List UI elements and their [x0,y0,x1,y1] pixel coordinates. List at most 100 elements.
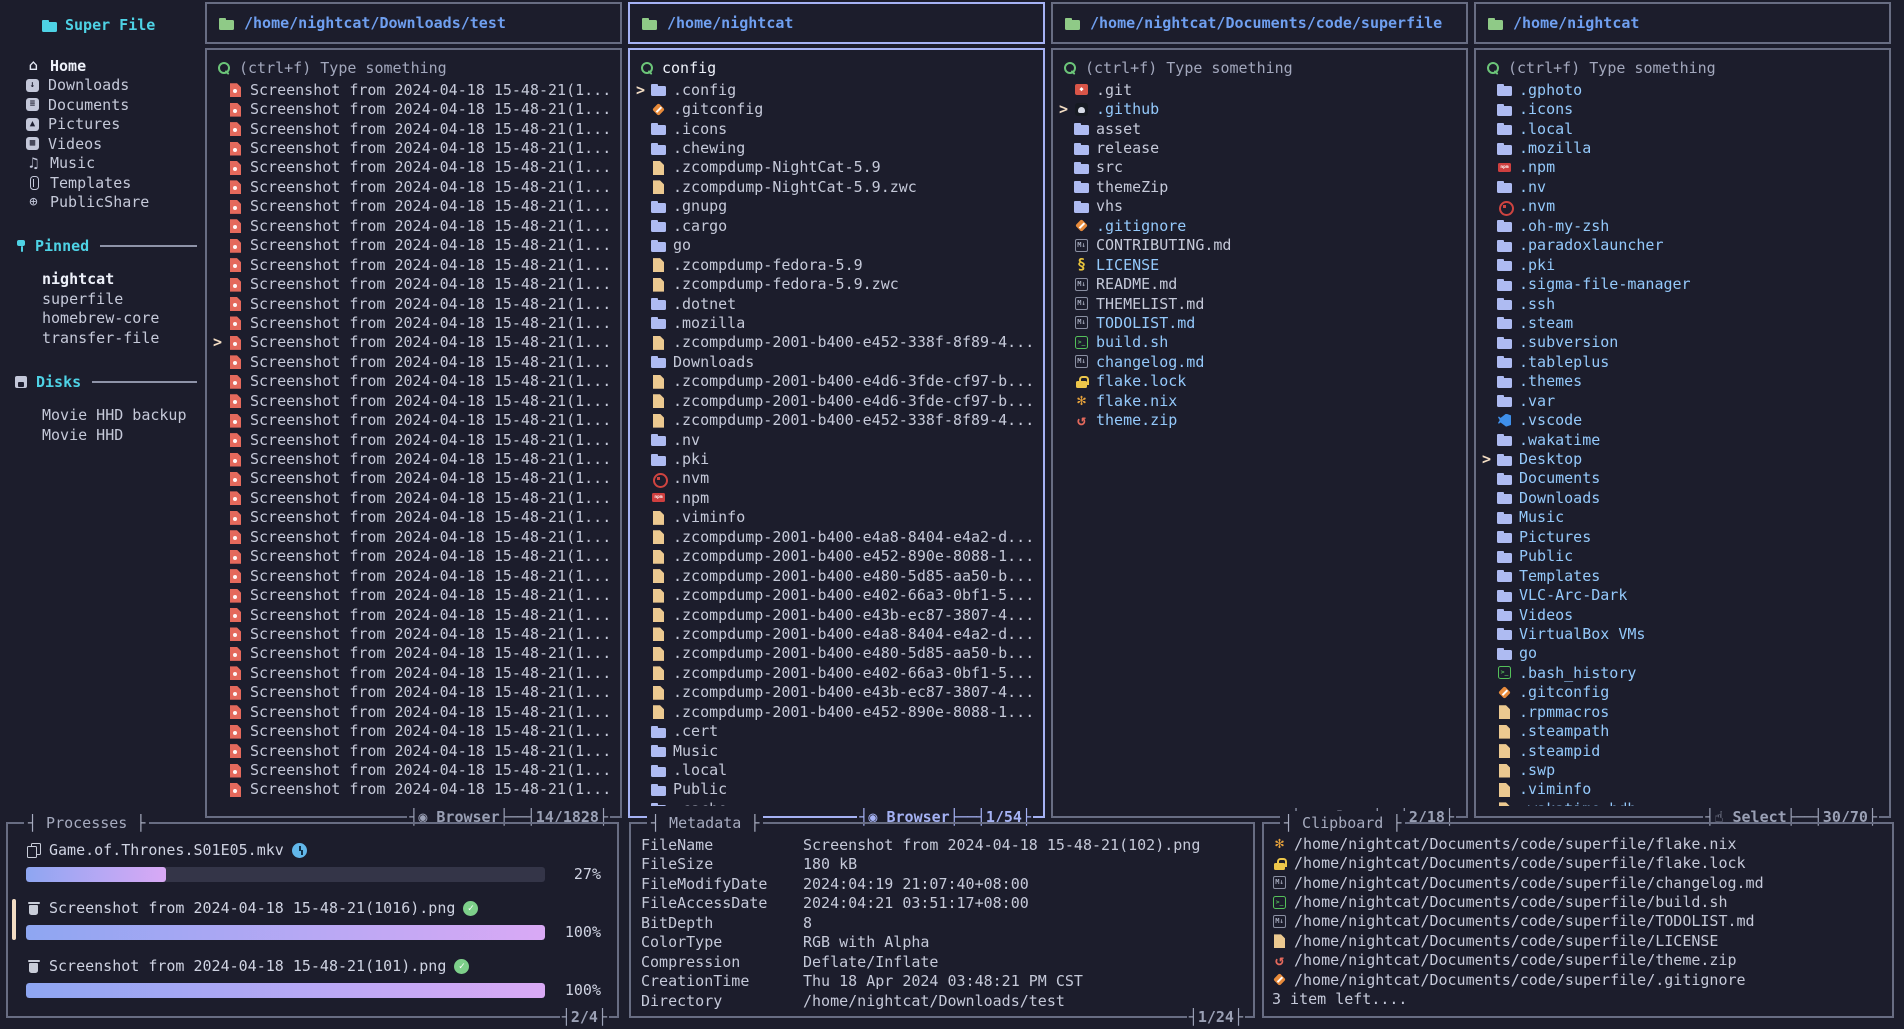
file-row[interactable]: .themes [1482,372,1883,391]
file-row[interactable]: .zcompdump-2001-b400-e402-66a3-0bf1-5... [636,585,1037,604]
disk-item[interactable]: Movie HHD backup [42,406,197,426]
file-row[interactable]: Screenshot from 2024-04-18 15-48-21(1... [213,547,614,566]
pinned-item-homebrew-core[interactable]: homebrew-core [42,309,197,329]
file-row[interactable]: Screenshot from 2024-04-18 15-48-21(1... [213,508,614,527]
file-row[interactable]: .steampath [1482,721,1883,740]
search-input[interactable]: (ctrl+f) Type something [217,57,614,79]
file-row[interactable]: .gnupg [636,197,1037,216]
file-row[interactable]: Screenshot from 2024-04-18 15-48-21(1... [213,410,614,429]
file-row[interactable]: >.github [1059,99,1460,118]
file-row[interactable]: release [1059,138,1460,157]
file-list[interactable]: .git>.githubassetreleasesrcthemeZipvhs.g… [1059,80,1460,806]
file-list[interactable]: Screenshot from 2024-04-18 15-48-21(1...… [213,80,614,806]
file-row[interactable]: .nvm [1482,197,1883,216]
file-row[interactable]: .zcompdump-2001-b400-e480-5d85-aa50-b... [636,566,1037,585]
file-row[interactable]: .zcompdump-2001-b400-e480-5d85-aa50-b... [636,644,1037,663]
pinned-item-nightcat[interactable]: nightcat [42,270,197,290]
file-row[interactable]: Screenshot from 2024-04-18 15-48-21(1... [213,255,614,274]
file-row[interactable]: TODOLIST.md [1059,313,1460,332]
file-row[interactable]: .oh-my-zsh [1482,216,1883,235]
file-row[interactable]: .gitconfig [636,99,1037,118]
file-row[interactable]: .icons [636,119,1037,138]
file-row[interactable]: .zcompdump-2001-b400-e4a8-8404-e4a2-d... [636,527,1037,546]
file-row[interactable]: Screenshot from 2024-04-18 15-48-21(1... [213,663,614,682]
file-row[interactable]: .subversion [1482,333,1883,352]
file-row[interactable]: Videos [1482,605,1883,624]
file-row[interactable]: .swp [1482,760,1883,779]
file-row[interactable]: Screenshot from 2024-04-18 15-48-21(1... [213,294,614,313]
file-row[interactable]: .nv [1482,177,1883,196]
file-row[interactable]: .zcompdump-fedora-5.9 [636,255,1037,274]
file-row[interactable]: Screenshot from 2024-04-18 15-48-21(1... [213,119,614,138]
file-row[interactable]: .wakatime [1482,430,1883,449]
file-row[interactable]: .zcompdump-2001-b400-e43b-ec87-3807-4... [636,605,1037,624]
file-row[interactable]: Screenshot from 2024-04-18 15-48-21(1... [213,449,614,468]
file-row[interactable]: .zcompdump-NightCat-5.9.zwc [636,177,1037,196]
file-row[interactable]: Screenshot from 2024-04-18 15-48-21(1... [213,372,614,391]
file-row[interactable]: go [636,236,1037,255]
file-row[interactable]: Screenshot from 2024-04-18 15-48-21(1... [213,236,614,255]
sidebar-item-documents[interactable]: ≡Documents [26,95,197,115]
file-row[interactable]: .chewing [636,138,1037,157]
file-row[interactable]: .zcompdump-2001-b400-e402-66a3-0bf1-5... [636,663,1037,682]
file-row[interactable]: src [1059,158,1460,177]
file-row[interactable]: Screenshot from 2024-04-18 15-48-21(1... [213,721,614,740]
file-row[interactable]: VLC-Arc-Dark [1482,585,1883,604]
file-row[interactable]: CONTRIBUTING.md [1059,236,1460,255]
file-row[interactable]: .tableplus [1482,352,1883,371]
file-row[interactable]: Screenshot from 2024-04-18 15-48-21(1... [213,741,614,760]
file-row[interactable]: .cargo [636,216,1037,235]
file-row[interactable]: Screenshot from 2024-04-18 15-48-21(1... [213,488,614,507]
file-row[interactable]: .gitignore [1059,216,1460,235]
file-row[interactable]: Public [636,780,1037,799]
file-row[interactable]: .steampid [1482,741,1883,760]
file-row[interactable]: .cert [636,721,1037,740]
file-row[interactable]: Screenshot from 2024-04-18 15-48-21(1... [213,585,614,604]
file-row[interactable]: .zcompdump-2001-b400-e4d6-3fde-cf97-b... [636,391,1037,410]
file-row[interactable]: Screenshot from 2024-04-18 15-48-21(1... [213,760,614,779]
file-row[interactable]: .dotnet [636,294,1037,313]
file-row[interactable]: asset [1059,119,1460,138]
file-row[interactable]: build.sh [1059,333,1460,352]
file-row[interactable]: .bash_history [1482,663,1883,682]
disk-item[interactable]: Movie HHD [42,426,197,446]
file-row[interactable]: .pki [1482,255,1883,274]
file-row[interactable]: Screenshot from 2024-04-18 15-48-21(1... [213,197,614,216]
file-row[interactable]: ✻flake.nix [1059,391,1460,410]
file-row[interactable]: flake.lock [1059,372,1460,391]
pinned-item-transfer-file[interactable]: transfer-file [42,329,197,349]
file-row[interactable]: .mozilla [1482,138,1883,157]
sidebar-item-pictures[interactable]: ▲Pictures [26,115,197,135]
file-row[interactable]: Templates [1482,566,1883,585]
file-row[interactable]: .zcompdump-2001-b400-e452-890e-8088-1... [636,702,1037,721]
sidebar-item-downloads[interactable]: ↓Downloads [26,76,197,96]
file-row[interactable]: changelog.md [1059,352,1460,371]
file-row[interactable]: Screenshot from 2024-04-18 15-48-21(1... [213,80,614,99]
file-row[interactable]: .zcompdump-2001-b400-e452-338f-8f89-4... [636,410,1037,429]
file-row[interactable]: THEMELIST.md [1059,294,1460,313]
file-row[interactable]: Screenshot from 2024-04-18 15-48-21(1... [213,430,614,449]
file-row[interactable]: .npm [1482,158,1883,177]
file-row[interactable]: README.md [1059,274,1460,293]
file-row[interactable]: Downloads [636,352,1037,371]
file-row[interactable]: .mozilla [636,313,1037,332]
file-row[interactable]: Screenshot from 2024-04-18 15-48-21(1... [213,274,614,293]
pinned-item-superfile[interactable]: superfile [42,290,197,310]
file-row[interactable]: >Desktop [1482,449,1883,468]
process-item[interactable]: Game.of.Thrones.S01E05.mkv27% [26,840,601,883]
file-row[interactable]: Screenshot from 2024-04-18 15-48-21(1... [213,780,614,799]
file-row[interactable]: Screenshot from 2024-04-18 15-48-21(1... [213,527,614,546]
file-row[interactable]: Screenshot from 2024-04-18 15-48-21(1... [213,313,614,332]
file-row[interactable]: .rpmmacros [1482,702,1883,721]
file-row[interactable]: Music [636,741,1037,760]
file-row[interactable]: .git [1059,80,1460,99]
file-row[interactable]: .pki [636,449,1037,468]
search-input[interactable]: (ctrl+f) Type something [1063,57,1460,79]
sidebar-item-home[interactable]: ⌂Home [26,56,197,76]
file-row[interactable]: Screenshot from 2024-04-18 15-48-21(1... [213,216,614,235]
file-row[interactable]: Screenshot from 2024-04-18 15-48-21(1... [213,138,614,157]
file-row[interactable]: Screenshot from 2024-04-18 15-48-21(1... [213,158,614,177]
file-row[interactable]: .zcompdump-2001-b400-e452-890e-8088-1... [636,547,1037,566]
file-row[interactable]: .zcompdump-NightCat-5.9 [636,158,1037,177]
sidebar-item-publicshare[interactable]: ⊕PublicShare [26,193,197,213]
